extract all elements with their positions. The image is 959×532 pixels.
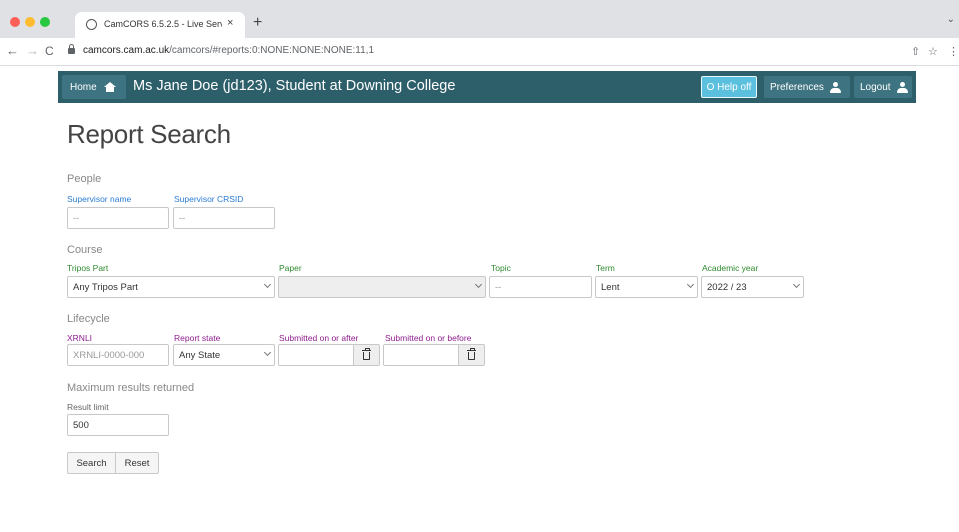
tripos-part-label: Tripos Part <box>67 263 109 273</box>
address-bar[interactable]: camcors.cam.ac.uk/camcors/#reports:0:NON… <box>83 45 374 56</box>
bookmark-star-icon[interactable]: ☆ <box>928 45 938 58</box>
home-label: Home <box>70 81 97 93</box>
academic-year-label: Academic year <box>702 263 759 273</box>
current-user-text: Ms Jane Doe (jd123), Student at Downing … <box>133 78 456 94</box>
tripos-part-select[interactable]: Any Tripos Part <box>67 276 275 298</box>
help-toggle-button[interactable]: O Help off <box>701 76 757 98</box>
topic-label: Topic <box>491 263 511 273</box>
term-label: Term <box>596 263 615 273</box>
chevron-down-icon <box>686 280 695 289</box>
user-icon <box>896 81 909 93</box>
tab-list-chevron-icon[interactable]: ⌄ <box>947 14 955 25</box>
term-select[interactable]: Lent <box>595 276 698 298</box>
results-heading: Maximum results returned <box>67 382 195 394</box>
term-value: Lent <box>601 281 620 293</box>
share-icon[interactable]: ⇧ <box>911 45 920 58</box>
paper-label: Paper <box>279 263 302 273</box>
trash-icon <box>467 348 476 360</box>
report-state-label: Report state <box>174 333 221 343</box>
result-limit-label: Result limit <box>67 402 109 412</box>
academic-year-value: 2022 / 23 <box>707 281 747 293</box>
submitted-after-label: Submitted on or after <box>279 333 359 343</box>
supervisor-name-input[interactable]: -- <box>67 207 169 229</box>
chevron-down-icon <box>263 280 272 289</box>
tab-title: CamCORS 6.5.2.5 - Live Serve <box>104 19 222 29</box>
supervisor-name-label: Supervisor name <box>67 194 132 204</box>
preferences-label: Preferences <box>770 81 824 93</box>
new-tab-button[interactable]: + <box>253 14 262 32</box>
close-window-button[interactable] <box>10 17 20 27</box>
report-state-select[interactable]: Any State <box>173 344 275 366</box>
trash-icon <box>362 348 371 360</box>
xrnli-label: XRNLI <box>67 333 93 343</box>
reset-button[interactable]: Reset <box>115 452 159 474</box>
supervisor-crsid-input[interactable]: -- <box>173 207 275 229</box>
zoom-window-button[interactable] <box>40 17 50 27</box>
logout-label: Logout <box>860 81 891 93</box>
submitted-after-input[interactable] <box>278 344 354 366</box>
search-button[interactable]: Search <box>67 452 116 474</box>
tab-close-button[interactable]: × <box>227 17 233 29</box>
lock-icon[interactable] <box>68 44 75 54</box>
forward-arrow-icon[interactable]: → <box>26 44 39 58</box>
chevron-down-icon <box>263 348 272 357</box>
people-heading: People <box>67 173 102 185</box>
tripos-part-value: Any Tripos Part <box>73 281 138 293</box>
app-navbar: Home Ms Jane Doe (jd123), Student at Dow… <box>58 71 916 103</box>
preferences-button[interactable]: Preferences <box>764 76 850 98</box>
page-title: Report Search <box>67 119 231 149</box>
logout-button[interactable]: Logout <box>854 76 912 98</box>
url-host: camcors.cam.ac.uk <box>83 45 170 56</box>
minimize-window-button[interactable] <box>25 17 35 27</box>
report-state-value: Any State <box>179 349 221 361</box>
result-limit-input[interactable]: 500 <box>67 414 169 436</box>
home-icon <box>103 82 116 92</box>
course-heading: Course <box>67 244 103 256</box>
supervisor-crsid-label: Supervisor CRSID <box>174 194 244 204</box>
academic-year-select[interactable]: 2022 / 23 <box>701 276 804 298</box>
browser-tab-bar: CamCORS 6.5.2.5 - Live Serve × + ⌄ <box>0 0 959 38</box>
user-icon <box>829 81 841 93</box>
submitted-before-input[interactable] <box>383 344 459 366</box>
lifecycle-heading: Lifecycle <box>67 313 110 325</box>
chevron-down-icon <box>474 280 483 289</box>
browser-tab[interactable]: CamCORS 6.5.2.5 - Live Serve × <box>75 12 245 38</box>
menu-kebab-icon[interactable]: ⋮ <box>948 45 959 58</box>
browser-toolbar: ← → C camcors.cam.ac.uk/camcors/#reports… <box>0 38 959 66</box>
xrnli-input[interactable]: XRNLI-0000-000 <box>67 344 169 366</box>
submitted-before-label: Submitted on or before <box>385 333 472 343</box>
chevron-down-icon <box>792 280 801 289</box>
back-arrow-icon[interactable]: ← <box>6 44 19 58</box>
paper-select[interactable] <box>278 276 486 298</box>
clear-submitted-before-button[interactable] <box>458 344 485 366</box>
globe-icon <box>86 19 97 30</box>
topic-input[interactable]: -- <box>489 276 592 298</box>
url-path: /camcors/#reports:0:NONE:NONE:NONE:11,1 <box>169 45 375 56</box>
home-button[interactable]: Home <box>62 75 126 99</box>
clear-submitted-after-button[interactable] <box>353 344 380 366</box>
reload-icon[interactable]: C <box>45 44 54 58</box>
